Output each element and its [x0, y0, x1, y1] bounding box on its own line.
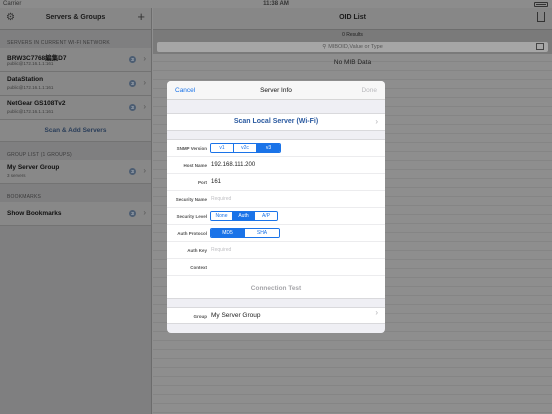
- modal-title: Server Info: [260, 87, 292, 94]
- connection-test-button[interactable]: Connection Test: [167, 280, 385, 298]
- group-selector[interactable]: Group My Server Group ›: [167, 307, 385, 324]
- server-form: SNMP Version v1 v2c v3 Host Name 192.168…: [167, 139, 385, 299]
- group-name: My Server Group: [7, 164, 60, 171]
- show-bookmarks-row[interactable]: Show Bookmarks 3 ›: [0, 202, 151, 226]
- snmp-version-row: SNMP Version v1 v2c v3: [167, 140, 385, 157]
- server-row[interactable]: DataStation public@172.16.1.1:161 3 ›: [0, 72, 151, 96]
- sidebar: ⚙ Servers & Groups + SERVERS IN CURRENT …: [0, 8, 152, 414]
- search-bar: ⚲ MIBOID,Value or Type: [153, 40, 552, 54]
- chevron-right-icon: ›: [375, 117, 378, 126]
- segment-sha[interactable]: SHA: [245, 229, 279, 237]
- chevron-right-icon: ›: [143, 102, 146, 111]
- segment-md5[interactable]: MD5: [211, 229, 245, 237]
- security-level-segmented[interactable]: None Auth A/P: [210, 211, 278, 221]
- modal-header: Cancel Server Info Done: [167, 81, 385, 100]
- search-input[interactable]: ⚲ MIBOID,Value or Type: [157, 42, 548, 52]
- count-badge: 3: [129, 56, 136, 63]
- main-header: OID List: [153, 8, 552, 30]
- done-button[interactable]: Done: [361, 87, 377, 94]
- add-icon[interactable]: +: [137, 9, 145, 24]
- segment-v3[interactable]: v3: [257, 144, 280, 152]
- chevron-right-icon: ›: [143, 166, 146, 175]
- clock: 11:38 AM: [263, 1, 289, 7]
- port-field[interactable]: 161: [211, 179, 221, 185]
- chevron-right-icon: ›: [143, 78, 146, 87]
- auth-key-row[interactable]: Auth Key Required: [167, 242, 385, 259]
- context-label: Context: [190, 265, 207, 270]
- server-row[interactable]: NetGear GS108Tv2 public@172.16.1.1:161 3…: [0, 96, 151, 120]
- results-count: 0 Results: [153, 30, 552, 40]
- chevron-right-icon: ›: [143, 54, 146, 63]
- segment-auth[interactable]: Auth: [233, 212, 255, 220]
- scan-label: Scan Local Server (Wi-Fi): [233, 118, 319, 125]
- group-label: Group: [193, 314, 208, 319]
- server-name: NetGear GS108Tv2: [7, 100, 66, 107]
- server-address: public@172.16.1.1:161: [7, 109, 54, 114]
- security-level-label: Security Level: [176, 214, 207, 219]
- auth-key-label: Auth Key: [187, 248, 207, 253]
- count-badge: 3: [129, 210, 136, 217]
- auth-key-field[interactable]: Required: [211, 247, 231, 253]
- count-badge: 3: [129, 80, 136, 87]
- snmp-version-label: SNMP Version: [176, 146, 207, 151]
- segment-ap[interactable]: A/P: [255, 212, 277, 220]
- server-name: DataStation: [7, 76, 44, 83]
- security-level-row: Security Level None Auth A/P: [167, 208, 385, 225]
- auth-protocol-label: Auth Protocol: [177, 231, 207, 236]
- battery-icon: [534, 2, 548, 7]
- group-subtitle: 3 servers: [7, 173, 26, 178]
- server-row[interactable]: BRW3C7768編集D7 public@172.16.1.1:161 3 ›: [0, 48, 151, 72]
- group-value: My Server Group: [211, 312, 261, 319]
- segment-v2c[interactable]: v2c: [234, 144, 257, 152]
- empty-message: No MIB Data: [333, 59, 372, 66]
- scan-add-servers-button[interactable]: Scan & Add Servers: [0, 120, 151, 142]
- snmp-version-segmented[interactable]: v1 v2c v3: [210, 143, 281, 153]
- status-bar: Carrier 11:38 AM: [0, 0, 552, 8]
- bookmark-icon[interactable]: [536, 43, 544, 50]
- port-row[interactable]: Port 161: [167, 174, 385, 191]
- port-label: Port: [198, 180, 207, 185]
- auth-protocol-segmented[interactable]: MD5 SHA: [210, 228, 280, 238]
- bookmarks-label: Show Bookmarks: [7, 210, 62, 217]
- scan-local-server-button[interactable]: Scan Local Server (Wi-Fi) ›: [167, 113, 385, 131]
- host-name-field[interactable]: 192.168.111.200: [211, 162, 255, 168]
- context-row[interactable]: Context: [167, 259, 385, 276]
- security-name-row[interactable]: Security Name Required: [167, 191, 385, 208]
- server-address: public@172.16.1.1:161: [7, 85, 54, 90]
- host-name-row[interactable]: Host Name 192.168.111.200: [167, 157, 385, 174]
- count-badge: 3: [129, 104, 136, 111]
- search-placeholder: MIBOID,Value or Type: [328, 44, 383, 50]
- groups-section-label: GROUP LIST (1 GROUPS): [7, 152, 72, 158]
- segment-none[interactable]: None: [211, 212, 233, 220]
- sidebar-header: ⚙ Servers & Groups +: [0, 8, 151, 30]
- share-icon[interactable]: [537, 12, 545, 22]
- chevron-right-icon: ›: [143, 208, 146, 217]
- sidebar-title: Servers & Groups: [45, 14, 106, 21]
- security-name-field[interactable]: Required: [211, 196, 231, 202]
- server-address: public@172.16.1.1:161: [7, 61, 54, 66]
- chevron-right-icon: ›: [375, 308, 378, 317]
- count-badge: 3: [129, 168, 136, 175]
- security-name-label: Security Name: [175, 197, 207, 202]
- main-title: OID List: [339, 14, 366, 21]
- servers-section-label: SERVERS IN CURRENT WI-FI NETWORK: [7, 40, 110, 46]
- auth-protocol-row: Auth Protocol MD5 SHA: [167, 225, 385, 242]
- group-row[interactable]: My Server Group 3 servers 3 ›: [0, 160, 151, 184]
- bookmarks-section-label: BOOKMARKS: [7, 194, 42, 200]
- server-info-modal: Cancel Server Info Done Scan Local Serve…: [167, 81, 385, 333]
- segment-v1[interactable]: v1: [211, 144, 234, 152]
- host-name-label: Host Name: [183, 163, 207, 168]
- search-icon: ⚲: [322, 44, 327, 50]
